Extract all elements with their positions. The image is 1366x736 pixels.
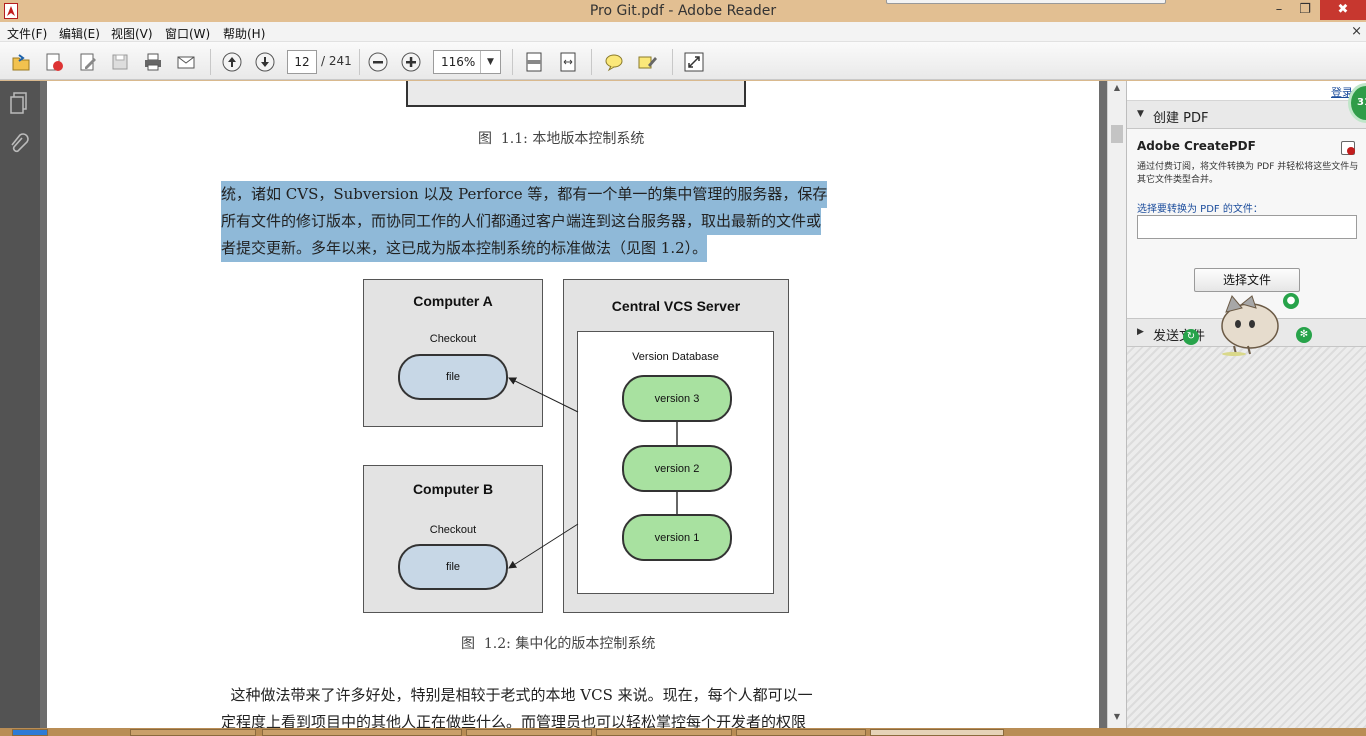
create-pdf-icon[interactable] [43, 51, 65, 73]
minimize-button[interactable]: – [1266, 0, 1292, 20]
page-total: / 241 [321, 54, 352, 68]
toolbar: 工具 签名 注释 [0, 42, 1366, 118]
attachment-icon[interactable] [8, 133, 30, 157]
taskbar-item[interactable] [466, 729, 592, 736]
close-button[interactable]: ✖ [1320, 0, 1366, 20]
menu-window[interactable]: 窗口(W) [165, 25, 210, 42]
pet-refresh-icon[interactable]: ↻ [1183, 329, 1199, 345]
taskbar-item[interactable] [130, 729, 256, 736]
toolbar-separator [210, 49, 211, 75]
create-pdf-title: 创建 PDF [1153, 111, 1209, 126]
taskbar [0, 728, 1366, 736]
pet-settings-gear-icon[interactable]: ✻ [1296, 327, 1312, 343]
pet-chat-icon[interactable]: ● [1283, 293, 1299, 309]
select-file-button[interactable]: 选择文件 [1194, 268, 1300, 292]
title-bar: Pro Git.pdf - Adobe Reader – ❐ ✖ [0, 0, 1366, 22]
version-node: version 3 [622, 375, 732, 422]
menu-file[interactable]: 文件(F) [7, 25, 47, 42]
file-node: file [398, 544, 508, 590]
toolbar-separator [591, 49, 592, 75]
email-icon[interactable] [175, 51, 197, 73]
body-text-line: 这种做法带来了许多好处，特别是相较于老式的本地 VCS 来说。现在，每个人都可以… [221, 686, 813, 704]
toolbar-separator [359, 49, 360, 75]
computer-b-title: Computer B [412, 481, 494, 497]
figure-caption: 图 1.1: 本地版本控制系统 [478, 131, 645, 147]
page-number-input[interactable]: 12 [287, 50, 317, 74]
server-title: Central VCS Server [611, 298, 741, 314]
figure-caption: 图 1.2: 集中化的版本控制系统 [461, 636, 656, 652]
taskbar-item-active[interactable] [870, 729, 1004, 736]
menu-bar: 文件(F) 编辑(E) 视图(V) 窗口(W) 帮助(H) × [0, 22, 1366, 42]
expand-arrow-icon: ▼ [1137, 109, 1144, 119]
page-thumbnails-icon[interactable] [8, 91, 30, 115]
highlighted-text-line[interactable]: 者提交更新。多年以来，这已成为版本控制系统的标准做法（见图 1.2）。 [221, 235, 708, 262]
toolbar-separator [512, 49, 513, 75]
scroll-down-icon[interactable]: ▼ [1108, 712, 1126, 726]
desktop-pet-mascot[interactable] [1212, 290, 1282, 358]
body-text-line: 定程度上看到项目中的其他人正在做些什么。而管理员也可以轻松掌控每个开发者的权限 [221, 713, 807, 728]
select-file-label: 选择要转换为 PDF 的文件： [1137, 204, 1263, 215]
tools-pane: 登录 ▼ 创建 PDF Adobe CreatePDF 通过付费订阅，将文件转换… [1126, 81, 1366, 728]
collapse-arrow-icon: ▶ [1137, 327, 1144, 337]
document-viewer[interactable]: 图 1.1: 本地版本控制系统 统，诸如 CVS，Subversion 以及 P… [40, 81, 1107, 728]
taskbar-start-icon[interactable] [12, 729, 48, 736]
checkout-label: Checkout [429, 333, 477, 345]
fit-width-icon[interactable] [557, 51, 579, 73]
highlighted-text-line[interactable]: 所有文件的修订版本，而协同工作的人们都通过客户端连到这台服务器，取出最新的文件或 [221, 208, 822, 235]
checkout-label: Checkout [429, 524, 477, 536]
highlight-icon[interactable] [636, 51, 658, 73]
createpdf-description: 通过付费订阅，将文件转换为 PDF 并轻松将这些文件与其它文件类型合并。 [1137, 162, 1359, 185]
print-icon[interactable] [142, 51, 164, 73]
comment-icon[interactable] [603, 51, 625, 73]
pdf-page: 图 1.1: 本地版本控制系统 统，诸如 CVS，Subversion 以及 P… [47, 81, 1099, 728]
toolbar-separator [672, 49, 673, 75]
menu-view[interactable]: 视图(V) [111, 25, 153, 42]
open-icon[interactable] [10, 51, 32, 73]
version-node: version 2 [622, 445, 732, 492]
left-navigation-pane [0, 81, 40, 728]
scrollbar-thumb[interactable] [1111, 125, 1123, 143]
zoom-select[interactable]: 116% ▼ [433, 50, 501, 74]
taskbar-item[interactable] [736, 729, 866, 736]
figure-1-1-bottom [406, 81, 746, 107]
next-page-icon[interactable] [254, 51, 276, 73]
scroll-up-icon[interactable]: ▲ [1108, 83, 1126, 97]
create-pdf-header[interactable]: ▼ 创建 PDF [1127, 101, 1366, 129]
window-title: Pro Git.pdf - Adobe Reader [589, 3, 777, 19]
computer-a-box: Computer A Checkout [363, 279, 543, 427]
zoom-value: 116% [441, 55, 476, 69]
document-close-icon[interactable]: × [1351, 24, 1362, 39]
createpdf-icon [1341, 141, 1355, 155]
taskbar-item[interactable] [596, 729, 732, 736]
chevron-down-icon[interactable]: ▼ [480, 51, 500, 73]
createpdf-heading: Adobe CreatePDF [1137, 139, 1256, 153]
edit-icon[interactable] [77, 51, 99, 73]
vertical-scrollbar[interactable]: ▲ ▼ [1107, 81, 1126, 728]
highlighted-text-line[interactable]: 统，诸如 CVS，Subversion 以及 Perforce 等，都有一个单一… [221, 181, 828, 208]
taskbar-item[interactable] [262, 729, 462, 736]
fullscreen-icon[interactable] [683, 51, 705, 73]
version-node: version 1 [622, 514, 732, 561]
login-bar: 登录 [1127, 81, 1366, 101]
prev-page-icon[interactable] [221, 51, 243, 73]
menu-help[interactable]: 帮助(H) [223, 25, 265, 42]
database-title: Version Database [632, 351, 719, 363]
save-icon[interactable] [109, 51, 131, 73]
file-path-input[interactable] [1137, 215, 1357, 239]
menu-edit[interactable]: 编辑(E) [59, 25, 100, 42]
taskbar-search-field[interactable] [886, 0, 1166, 4]
file-node: file [398, 354, 508, 400]
zoom-in-icon[interactable] [400, 51, 422, 73]
zoom-out-icon[interactable] [367, 51, 389, 73]
computer-b-box: Computer B Checkout [363, 465, 543, 613]
fit-page-icon[interactable] [523, 51, 545, 73]
maximize-button[interactable]: ❐ [1292, 0, 1318, 20]
computer-a-title: Computer A [413, 293, 493, 309]
